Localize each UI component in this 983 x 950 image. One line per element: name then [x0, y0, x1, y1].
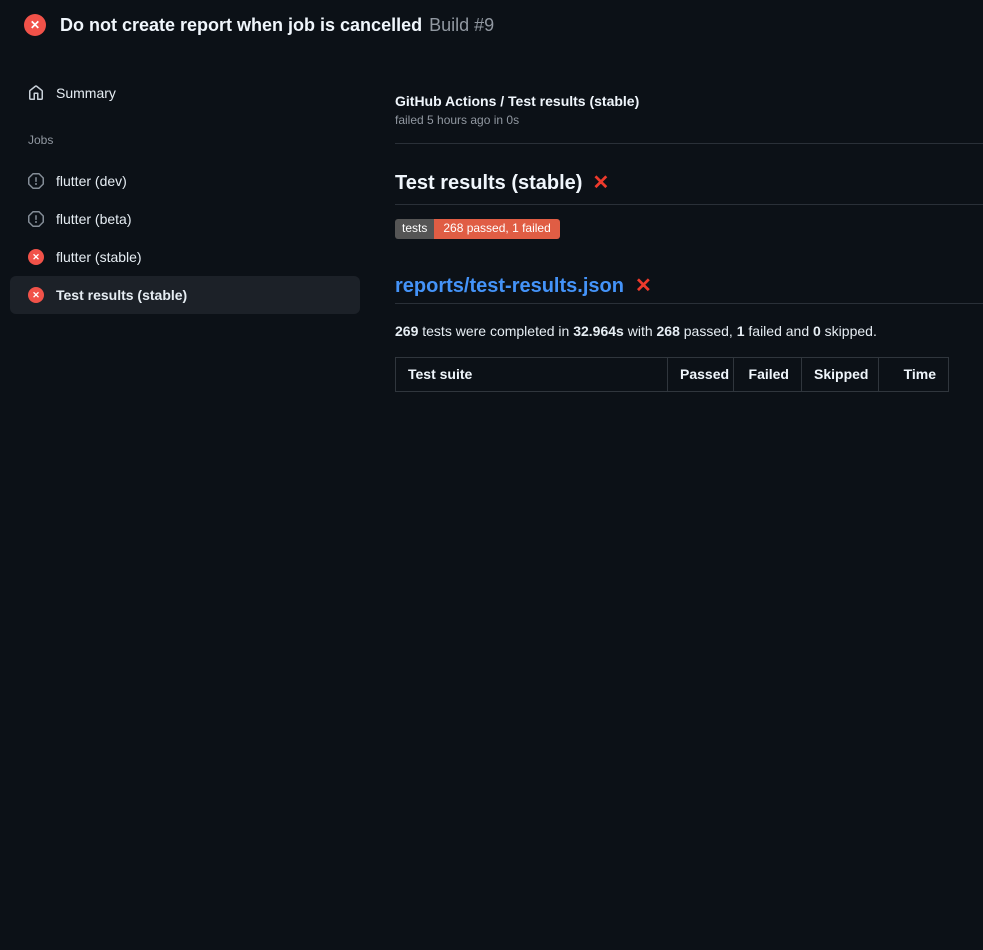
run-status-line: failed 5 hours ago in 0s [395, 112, 983, 128]
jobs-section-heading: Jobs [0, 133, 370, 147]
workflow-run-title: Do not create report when job is cancell… [60, 15, 422, 36]
report-file-link[interactable]: reports/test-results.json [395, 273, 624, 299]
run-header: ✕ Do not create report when job is cance… [0, 0, 983, 46]
x-circle-fill-icon: ✕ [24, 14, 46, 36]
x-glyph: ✕ [32, 252, 40, 263]
stop-cancelled-icon [28, 173, 44, 189]
sidebar-item-flutter-stable[interactable]: ✕ flutter (stable) [10, 238, 360, 276]
badge-value: 268 passed, 1 failed [434, 219, 559, 239]
job-label: flutter (stable) [56, 249, 142, 265]
skipped-count: 0 [813, 323, 821, 339]
x-glyph: ✕ [32, 290, 40, 301]
divider [395, 303, 983, 304]
main-content: GitHub Actions / Test results (stable) f… [370, 46, 983, 392]
sidebar-item-test-results-stable[interactable]: ✕ Test results (stable) [10, 276, 360, 314]
job-label: Test results (stable) [56, 287, 187, 303]
column-header-time: Time [879, 358, 949, 392]
x-icon: ✕ [635, 273, 652, 299]
jobs-list: flutter (dev) flutter (beta) ✕ flutter (… [0, 162, 370, 314]
sidebar-item-summary[interactable]: Summary [0, 75, 370, 111]
column-header-failed: Failed [734, 358, 802, 392]
x-circle-fill-icon: ✕ [28, 249, 44, 265]
sidebar-item-flutter-beta[interactable]: flutter (beta) [10, 200, 360, 238]
failed-count: 1 [737, 323, 745, 339]
sidebar-item-flutter-dev[interactable]: flutter (dev) [10, 162, 360, 200]
column-header-skipped: Skipped [802, 358, 879, 392]
x-icon: ✕ [592, 170, 609, 196]
home-icon [28, 85, 44, 101]
divider [395, 204, 983, 205]
total-duration: 32.964s [573, 323, 624, 339]
breadcrumb: GitHub Actions / Test results (stable) [395, 92, 983, 110]
job-label: flutter (beta) [56, 211, 131, 227]
check-run-title-text: Test results (stable) [395, 170, 582, 196]
report-file-heading: reports/test-results.json ✕ [395, 273, 983, 299]
total-tests: 269 [395, 323, 418, 339]
job-label: flutter (dev) [56, 173, 127, 189]
passed-count: 268 [657, 323, 680, 339]
report-summary-sentence: 269 tests were completed in 32.964s with… [395, 322, 983, 340]
x-circle-fill-icon: ✕ [28, 287, 44, 303]
table-header: Test suite Passed Failed Skipped Time [396, 358, 949, 392]
stop-cancelled-icon [28, 211, 44, 227]
test-results-table: Test suite Passed Failed Skipped Time [395, 357, 949, 392]
divider [395, 143, 983, 144]
badge-label: tests [395, 219, 434, 239]
column-header-test-suite: Test suite [396, 358, 668, 392]
sidebar-summary-label: Summary [56, 85, 116, 101]
build-number: Build #9 [429, 15, 494, 36]
sidebar: Summary Jobs flutter (dev) flutter (beta… [0, 46, 370, 314]
tests-status-badge: tests 268 passed, 1 failed [395, 219, 560, 239]
check-run-title: Test results (stable) ✕ [395, 170, 983, 196]
x-glyph: ✕ [30, 18, 40, 32]
column-header-passed: Passed [668, 358, 734, 392]
